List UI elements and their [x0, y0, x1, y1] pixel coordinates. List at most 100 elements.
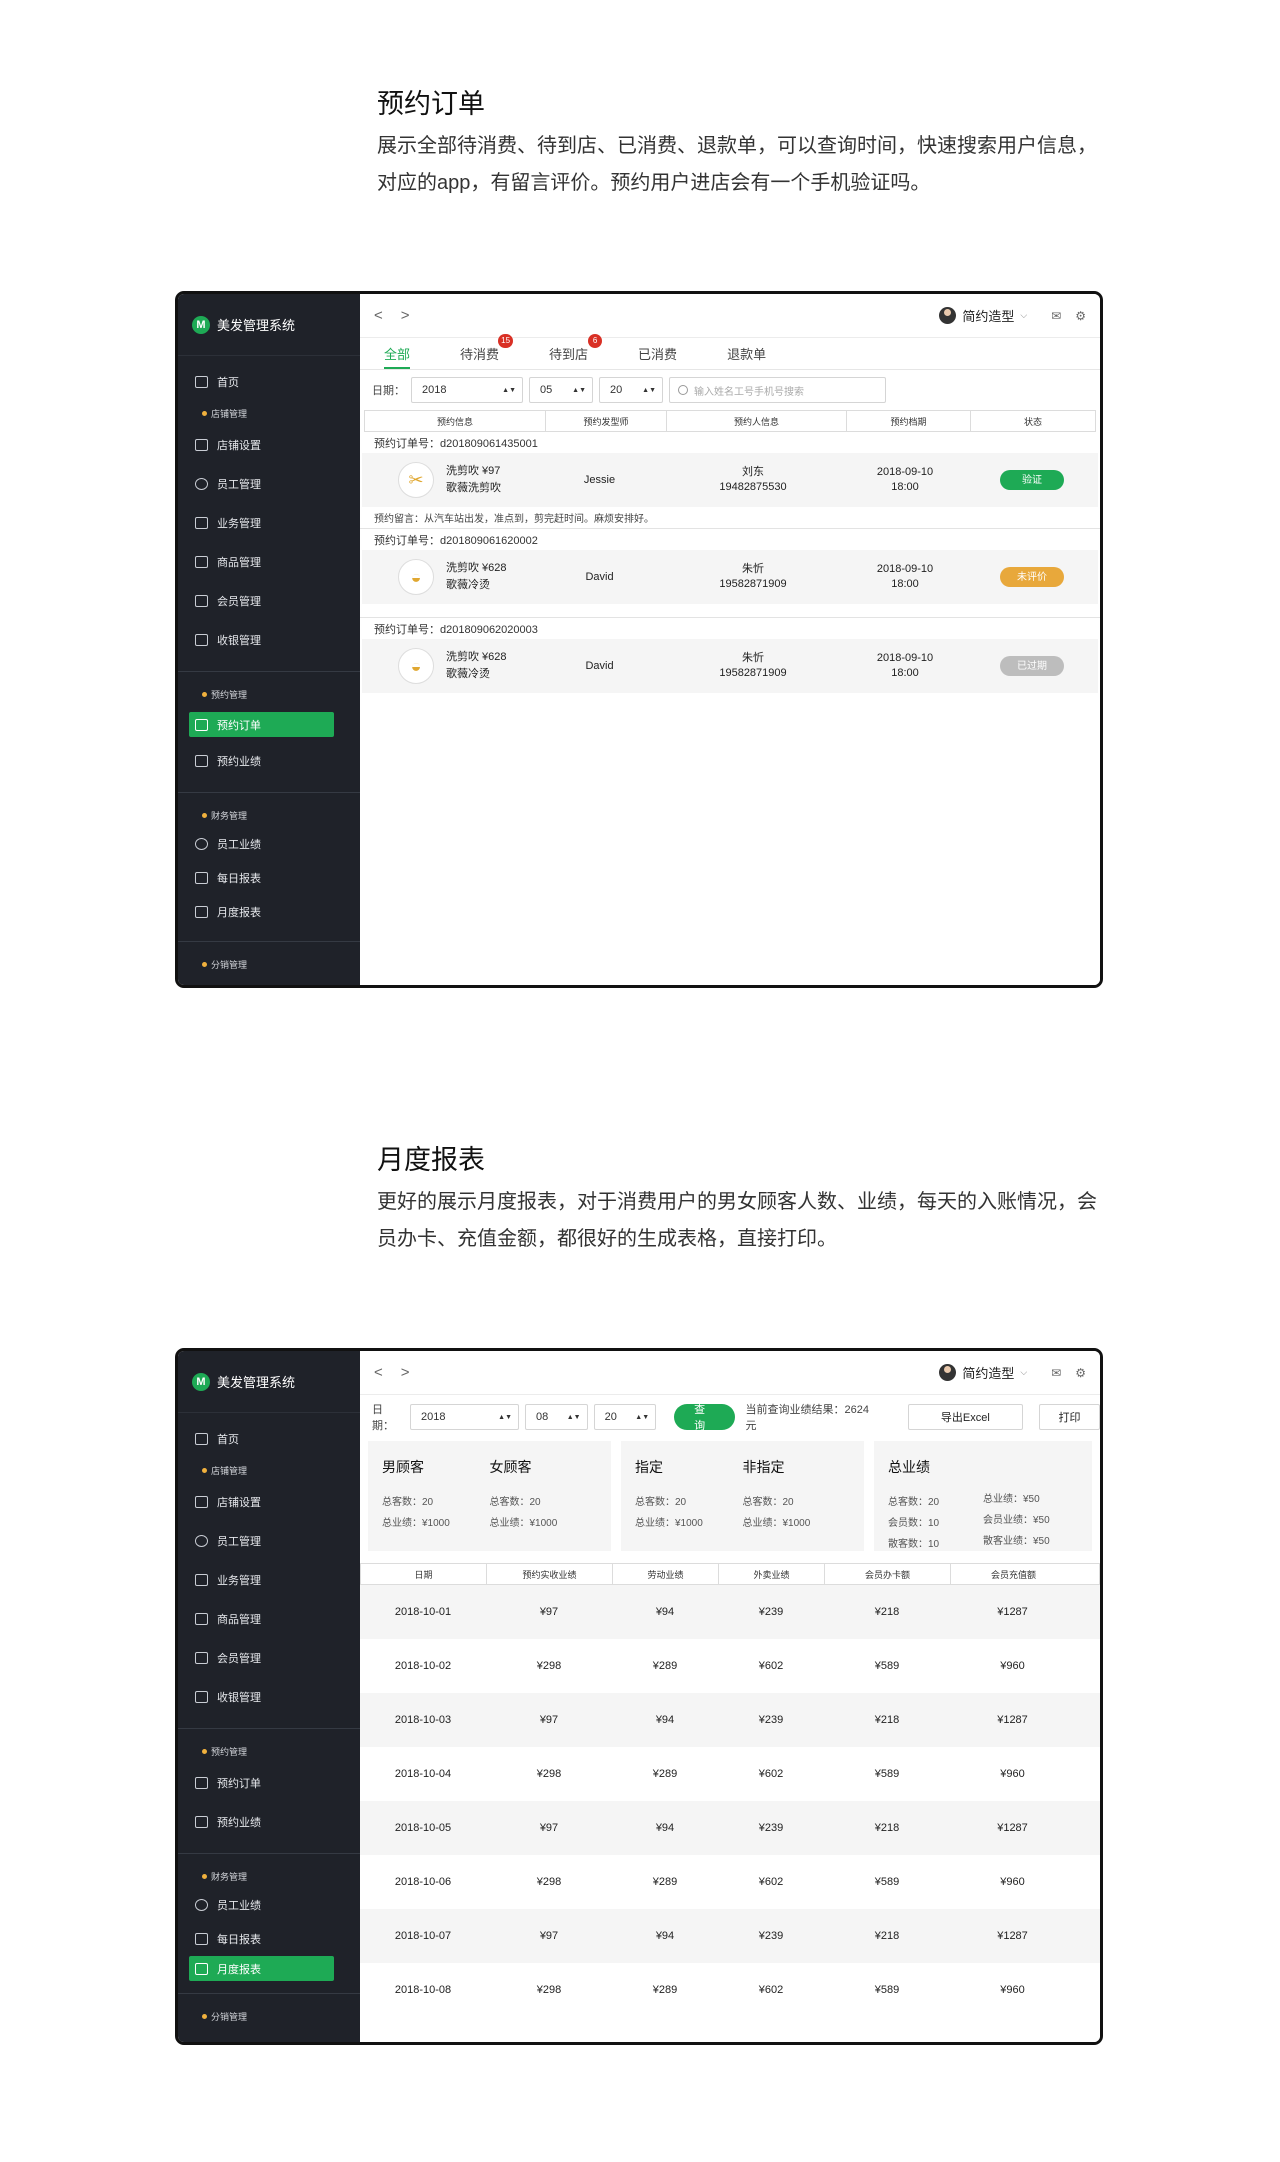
sidebar-item-store-settings[interactable]: 店铺设置	[178, 425, 360, 464]
table-cell: 总客数：20	[888, 1497, 940, 1508]
sidebar-item-staff[interactable]: 员工管理	[178, 1521, 360, 1560]
sidebar-item-staff-perf[interactable]: 员工业绩	[178, 1888, 360, 1922]
tab-consumed[interactable]: 已消费	[638, 344, 677, 369]
table-cell: 员办卡、充值金额，都很好的生成表格，直接打印。	[377, 1228, 837, 1250]
tab-refunds[interactable]: 退款单	[727, 344, 766, 369]
tab-pending-arrival[interactable]: 待到店 6	[549, 334, 603, 369]
table-cell: ¥1287	[997, 1714, 1028, 1726]
sidebar-item-cashier[interactable]: 收银管理	[178, 620, 360, 659]
app-logo[interactable]: M 美发管理系统	[178, 1351, 360, 1413]
query-button[interactable]: 查询	[674, 1404, 736, 1432]
sidebar-item-members[interactable]: 会员管理	[178, 1638, 360, 1677]
table-cell: ¥602	[758, 1984, 784, 1996]
query-summary: 当前查询业绩结果：2624元	[745, 1404, 869, 1432]
table-cell: 员工管理	[217, 478, 261, 491]
table-cell: 会员充值额	[990, 1569, 1036, 1580]
chart-icon	[195, 375, 208, 388]
sidebar-item-booking-orders[interactable]: 预约订单	[178, 1763, 360, 1802]
report-icon	[195, 1815, 208, 1828]
divider	[360, 604, 1100, 618]
table-cell: ¥298	[536, 1660, 562, 1672]
section-monthly-report: 月度报表 更好的展示月度报表，对于消费用户的男女顾客人数、业绩，每天的入账情况，…	[0, 1080, 1280, 2162]
table-cell: 简约造型	[962, 1366, 1015, 1381]
day-select[interactable]: 20 ▲▼	[593, 1404, 657, 1430]
table-cell: 总业绩：¥1000	[489, 1518, 558, 1529]
order-row[interactable]: ◒ 洗剪吹 ¥628 歌薇冷烫 David 朱忻 19582871909 2018-0…	[362, 550, 1098, 604]
mail-icon[interactable]: ✉	[1051, 1366, 1061, 1380]
table-cell: 已消费	[638, 347, 678, 362]
hair-icon: ◒	[398, 559, 434, 595]
table-cell: ¥94	[655, 1930, 675, 1942]
summary-cards: 男顾客 总客数：20 总业绩：¥1000 女顾客 总客数：20 总业绩：¥1000 指定…	[360, 1441, 1100, 1551]
sidebar-item-daily-report[interactable]: 每日报表	[178, 1922, 360, 1956]
year-select[interactable]: 2018 ▲▼	[411, 377, 523, 403]
verify-button[interactable]: 验证	[1000, 470, 1064, 490]
box-icon	[195, 1612, 208, 1625]
day-select[interactable]: 20 ▲▼	[599, 377, 663, 403]
user-menu[interactable]: 简约造型 ⌵	[939, 1363, 1027, 1382]
sidebar-item-members[interactable]: 会员管理	[178, 581, 360, 620]
search-input[interactable]: 输入姓名工号手机号搜索	[669, 377, 886, 403]
gear-icon[interactable]: ⚙	[1075, 309, 1086, 323]
sidebar-item-staff[interactable]: 员工管理	[178, 464, 360, 503]
tab-pending-consume[interactable]: 待消费 15	[460, 334, 514, 369]
year-select[interactable]: 2018 ▲▼	[409, 1404, 520, 1430]
table-cell: 2018-10-07	[394, 1930, 452, 1942]
sidebar-group-distribution: 分销管理	[178, 952, 360, 976]
order-row[interactable]: ✂ 洗剪吹 ¥97 歌薇洗剪吹 Jessie 刘东 19482875530 2018-…	[362, 453, 1098, 507]
forward-button[interactable]: >	[401, 1364, 410, 1381]
table-cell: ¥298	[536, 1768, 562, 1780]
gear-icon[interactable]: ⚙	[1075, 1366, 1086, 1380]
table-cell: ¥1287	[997, 1930, 1028, 1942]
back-button[interactable]: <	[374, 307, 383, 324]
table-cell: 洗剪吹 ¥97	[446, 465, 501, 477]
sidebar-item-monthly-report[interactable]: 月度报表	[178, 895, 360, 929]
sidebar-item-business[interactable]: 业务管理	[178, 503, 360, 542]
sidebar-item-business[interactable]: 业务管理	[178, 1560, 360, 1599]
sidebar-item-home[interactable]: 首页	[178, 362, 360, 401]
sidebar-item-monthly-report[interactable]: 月度报表	[189, 1956, 334, 1981]
print-button[interactable]: 打印	[1039, 1404, 1100, 1430]
briefcase-icon	[195, 516, 208, 529]
user-icon	[195, 1899, 208, 1911]
table-cell: ¥960	[1000, 1768, 1025, 1780]
table-cell: ¥289	[652, 1768, 678, 1780]
sidebar-item-staff-perf[interactable]: 员工业绩	[178, 827, 360, 861]
sidebar-item-goods[interactable]: 商品管理	[178, 1599, 360, 1638]
export-excel-button[interactable]: 导出Excel	[907, 1404, 1023, 1430]
order-row[interactable]: ◒ 洗剪吹 ¥628 歌薇冷烫 David 朱忻 19582871909 2018-0…	[362, 639, 1098, 693]
mail-icon[interactable]: ✉	[1051, 309, 1061, 323]
table-cell: ¥97	[539, 1822, 559, 1834]
sidebar-item-home[interactable]: 首页	[178, 1419, 360, 1458]
status-badge[interactable]: 未评价	[1000, 567, 1064, 587]
user-menu[interactable]: 简约造型 ⌵	[939, 306, 1027, 325]
sidebar-item-booking-orders[interactable]: 预约订单	[189, 712, 334, 737]
table-cell: ¥289	[652, 1984, 678, 1996]
table-cell: 总业绩：¥50	[983, 1494, 1040, 1505]
report-icon	[195, 754, 208, 767]
table-cell: 对应的app，有留言评价。预约用户进店会有一个手机验证吗。	[377, 172, 931, 194]
sidebar-item-store-settings[interactable]: 店铺设置	[178, 1482, 360, 1521]
stepper-icon: ▲▼	[642, 386, 656, 394]
sidebar-item-booking-perf[interactable]: 预约业绩	[178, 1802, 360, 1841]
month-select[interactable]: 08 ▲▼	[525, 1404, 588, 1430]
tab-all[interactable]: 全部	[384, 344, 411, 369]
table-cell: 18:00	[891, 667, 919, 679]
table-cell: 总业绩：¥1000	[742, 1518, 811, 1529]
filter-bar: 日期： 2018 ▲▼ 05 ▲▼ 20 ▲▼ 输入姓名工号手机号搜索	[360, 370, 1100, 410]
forward-button[interactable]: >	[401, 307, 410, 324]
back-button[interactable]: <	[374, 1364, 383, 1381]
count-badge: 15	[498, 334, 514, 348]
sidebar-item-goods[interactable]: 商品管理	[178, 542, 360, 581]
sidebar-item-daily-report[interactable]: 每日报表	[178, 861, 360, 895]
table-cell: 店铺设置	[217, 1496, 261, 1509]
stepper-icon: ▲▼	[635, 1413, 650, 1421]
table-cell: 20	[610, 384, 623, 396]
top-bar: < > 简约造型 ⌵ ✉ ⚙	[360, 1351, 1100, 1395]
month-select[interactable]: 05 ▲▼	[529, 377, 593, 403]
sidebar-item-cashier[interactable]: 收银管理	[178, 1677, 360, 1716]
sidebar-item-booking-perf[interactable]: 预约业绩	[178, 741, 360, 780]
app-logo[interactable]: M 美发管理系统	[178, 294, 360, 356]
member-card-icon	[195, 1651, 208, 1664]
table-cell: 朱忻	[742, 563, 764, 575]
